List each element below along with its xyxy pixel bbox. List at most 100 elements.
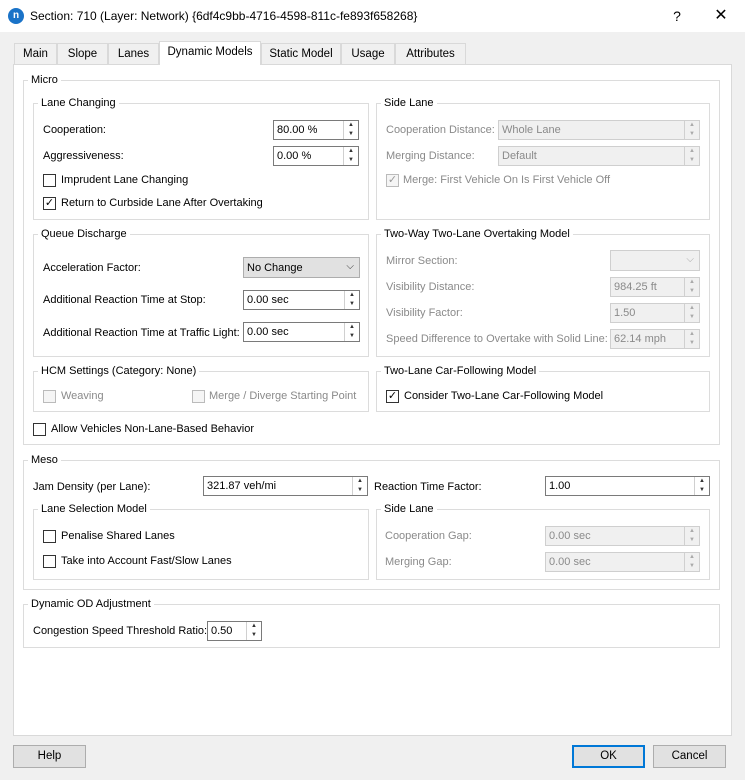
- ok-button[interactable]: OK: [572, 745, 645, 768]
- chevron-down-icon: ⌵: [686, 254, 694, 265]
- weaving-label: Weaving: [61, 390, 104, 402]
- accel-factor-value: No Change: [247, 262, 303, 274]
- visibility-factor-value: 1.50: [614, 307, 636, 319]
- spin-down-icon[interactable]: ▼: [695, 486, 709, 495]
- window-title: Section: 710 (Layer: Network) {6df4c9bb-…: [30, 9, 418, 23]
- lane-selection-title: Lane Selection Model: [38, 503, 150, 515]
- reaction-stop-value: 0.00 sec: [247, 294, 289, 306]
- spin-up-icon[interactable]: ▲: [685, 330, 699, 339]
- reaction-stop-label: Additional Reaction Time at Stop:: [43, 294, 206, 306]
- spin-down-icon[interactable]: ▼: [344, 156, 358, 165]
- tab-dynamic-models[interactable]: Dynamic Models: [159, 41, 261, 65]
- spin-down-icon[interactable]: ▼: [247, 631, 261, 640]
- merging-gap-spinbox[interactable]: 0.00 sec ▲ ▼: [545, 552, 700, 572]
- tab-lanes[interactable]: Lanes: [108, 43, 159, 64]
- spin-down-icon[interactable]: ▼: [344, 130, 358, 139]
- reaction-factor-value: 1.00: [549, 480, 571, 492]
- cancel-button[interactable]: Cancel: [653, 745, 726, 768]
- speed-diff-spinbox[interactable]: 62.14 mph ▲ ▼: [610, 329, 700, 349]
- aggressiveness-spinbox[interactable]: 0.00 % ▲ ▼: [273, 146, 359, 166]
- fast-slow-label: Take into Account Fast/Slow Lanes: [61, 555, 232, 567]
- cooperation-spinbox[interactable]: 80.00 % ▲ ▼: [273, 120, 359, 140]
- congestion-threshold-label: Congestion Speed Threshold Ratio:: [33, 625, 208, 637]
- merge-diverge-label: Merge / Diverge Starting Point: [209, 390, 357, 402]
- fast-slow-checkbox[interactable]: [43, 555, 56, 568]
- chevron-down-icon: ⌵: [346, 261, 354, 272]
- reaction-light-value: 0.00 sec: [247, 326, 289, 338]
- merging-distance-spinbox[interactable]: Default ▲ ▼: [498, 146, 700, 166]
- spin-down-icon[interactable]: ▼: [685, 562, 699, 571]
- spin-up-icon[interactable]: ▲: [344, 121, 358, 130]
- coop-distance-value: Whole Lane: [502, 124, 561, 136]
- allow-non-lane-checkbox[interactable]: [33, 423, 46, 436]
- return-curbside-checkbox[interactable]: ✓: [43, 197, 56, 210]
- spin-down-icon[interactable]: ▼: [685, 156, 699, 165]
- jam-density-label: Jam Density (per Lane):: [33, 481, 151, 493]
- tab-static-model[interactable]: Static Model: [261, 43, 341, 64]
- tab-slope[interactable]: Slope: [57, 43, 108, 64]
- dynamic-od-title: Dynamic OD Adjustment: [28, 598, 154, 610]
- jam-density-spinbox[interactable]: 321.87 veh/mi ▲ ▼: [203, 476, 368, 496]
- coop-distance-spinbox[interactable]: Whole Lane ▲ ▼: [498, 120, 700, 140]
- coop-gap-spinbox[interactable]: 0.00 sec ▲ ▼: [545, 526, 700, 546]
- meso-title: Meso: [28, 454, 61, 466]
- reaction-factor-label: Reaction Time Factor:: [374, 481, 482, 493]
- spin-up-icon[interactable]: ▲: [685, 304, 699, 313]
- hcm-title: HCM Settings (Category: None): [38, 365, 200, 377]
- spin-up-icon[interactable]: ▲: [685, 527, 699, 536]
- mirror-section-label: Mirror Section:: [386, 255, 458, 267]
- merge-first-vehicle-checkbox[interactable]: ✓: [386, 174, 399, 187]
- spin-up-icon[interactable]: ▲: [685, 278, 699, 287]
- spin-down-icon[interactable]: ▼: [685, 130, 699, 139]
- coop-distance-label: Cooperation Distance:: [386, 124, 495, 136]
- weaving-checkbox[interactable]: [43, 390, 56, 403]
- reaction-light-spinbox[interactable]: 0.00 sec ▲ ▼: [243, 322, 360, 342]
- jam-density-value: 321.87 veh/mi: [207, 480, 277, 492]
- lane-changing-title: Lane Changing: [38, 97, 119, 109]
- cooperation-label: Cooperation:: [43, 124, 106, 136]
- spin-down-icon[interactable]: ▼: [345, 332, 359, 341]
- spin-up-icon[interactable]: ▲: [685, 121, 699, 130]
- congestion-threshold-value: 0.50: [211, 625, 233, 637]
- merging-gap-label: Merging Gap:: [385, 556, 452, 568]
- mirror-section-dropdown[interactable]: ⌵: [610, 250, 700, 271]
- reaction-light-label: Additional Reaction Time at Traffic Ligh…: [43, 327, 240, 339]
- spin-up-icon[interactable]: ▲: [344, 147, 358, 156]
- penalise-shared-label: Penalise Shared Lanes: [61, 530, 175, 542]
- spin-up-icon[interactable]: ▲: [353, 477, 367, 486]
- accel-factor-dropdown[interactable]: No Change ⌵: [243, 257, 360, 278]
- visibility-distance-spinbox[interactable]: 984.25 ft ▲ ▼: [610, 277, 700, 297]
- spin-down-icon[interactable]: ▼: [685, 339, 699, 348]
- accel-factor-label: Acceleration Factor:: [43, 262, 141, 274]
- consider-car-following-checkbox[interactable]: ✓: [386, 390, 399, 403]
- spin-down-icon[interactable]: ▼: [353, 486, 367, 495]
- tab-usage[interactable]: Usage: [341, 43, 395, 64]
- help-button[interactable]: Help: [13, 745, 86, 768]
- reaction-factor-spinbox[interactable]: 1.00 ▲ ▼: [545, 476, 710, 496]
- penalise-shared-checkbox[interactable]: [43, 530, 56, 543]
- spin-up-icon[interactable]: ▲: [345, 323, 359, 332]
- aggressiveness-label: Aggressiveness:: [43, 150, 124, 162]
- reaction-stop-spinbox[interactable]: 0.00 sec ▲ ▼: [243, 290, 360, 310]
- spin-down-icon[interactable]: ▼: [345, 300, 359, 309]
- spin-up-icon[interactable]: ▲: [695, 477, 709, 486]
- spin-up-icon[interactable]: ▲: [685, 553, 699, 562]
- help-icon[interactable]: ?: [666, 4, 688, 28]
- congestion-threshold-spinbox[interactable]: 0.50 ▲ ▼: [207, 621, 262, 641]
- visibility-factor-label: Visibility Factor:: [386, 307, 463, 319]
- visibility-factor-spinbox[interactable]: 1.50 ▲ ▼: [610, 303, 700, 323]
- imprudent-checkbox[interactable]: [43, 174, 56, 187]
- return-curbside-label: Return to Curbside Lane After Overtaking: [61, 197, 263, 209]
- tab-attributes[interactable]: Attributes: [395, 43, 466, 64]
- close-icon[interactable]: ✕: [704, 4, 738, 28]
- coop-gap-value: 0.00 sec: [549, 530, 591, 542]
- spin-down-icon[interactable]: ▼: [685, 536, 699, 545]
- spin-up-icon[interactable]: ▲: [685, 147, 699, 156]
- merging-gap-value: 0.00 sec: [549, 556, 591, 568]
- tab-main[interactable]: Main: [14, 43, 57, 64]
- spin-down-icon[interactable]: ▼: [685, 313, 699, 322]
- spin-down-icon[interactable]: ▼: [685, 287, 699, 296]
- spin-up-icon[interactable]: ▲: [247, 622, 261, 631]
- spin-up-icon[interactable]: ▲: [345, 291, 359, 300]
- merge-diverge-checkbox[interactable]: [192, 390, 205, 403]
